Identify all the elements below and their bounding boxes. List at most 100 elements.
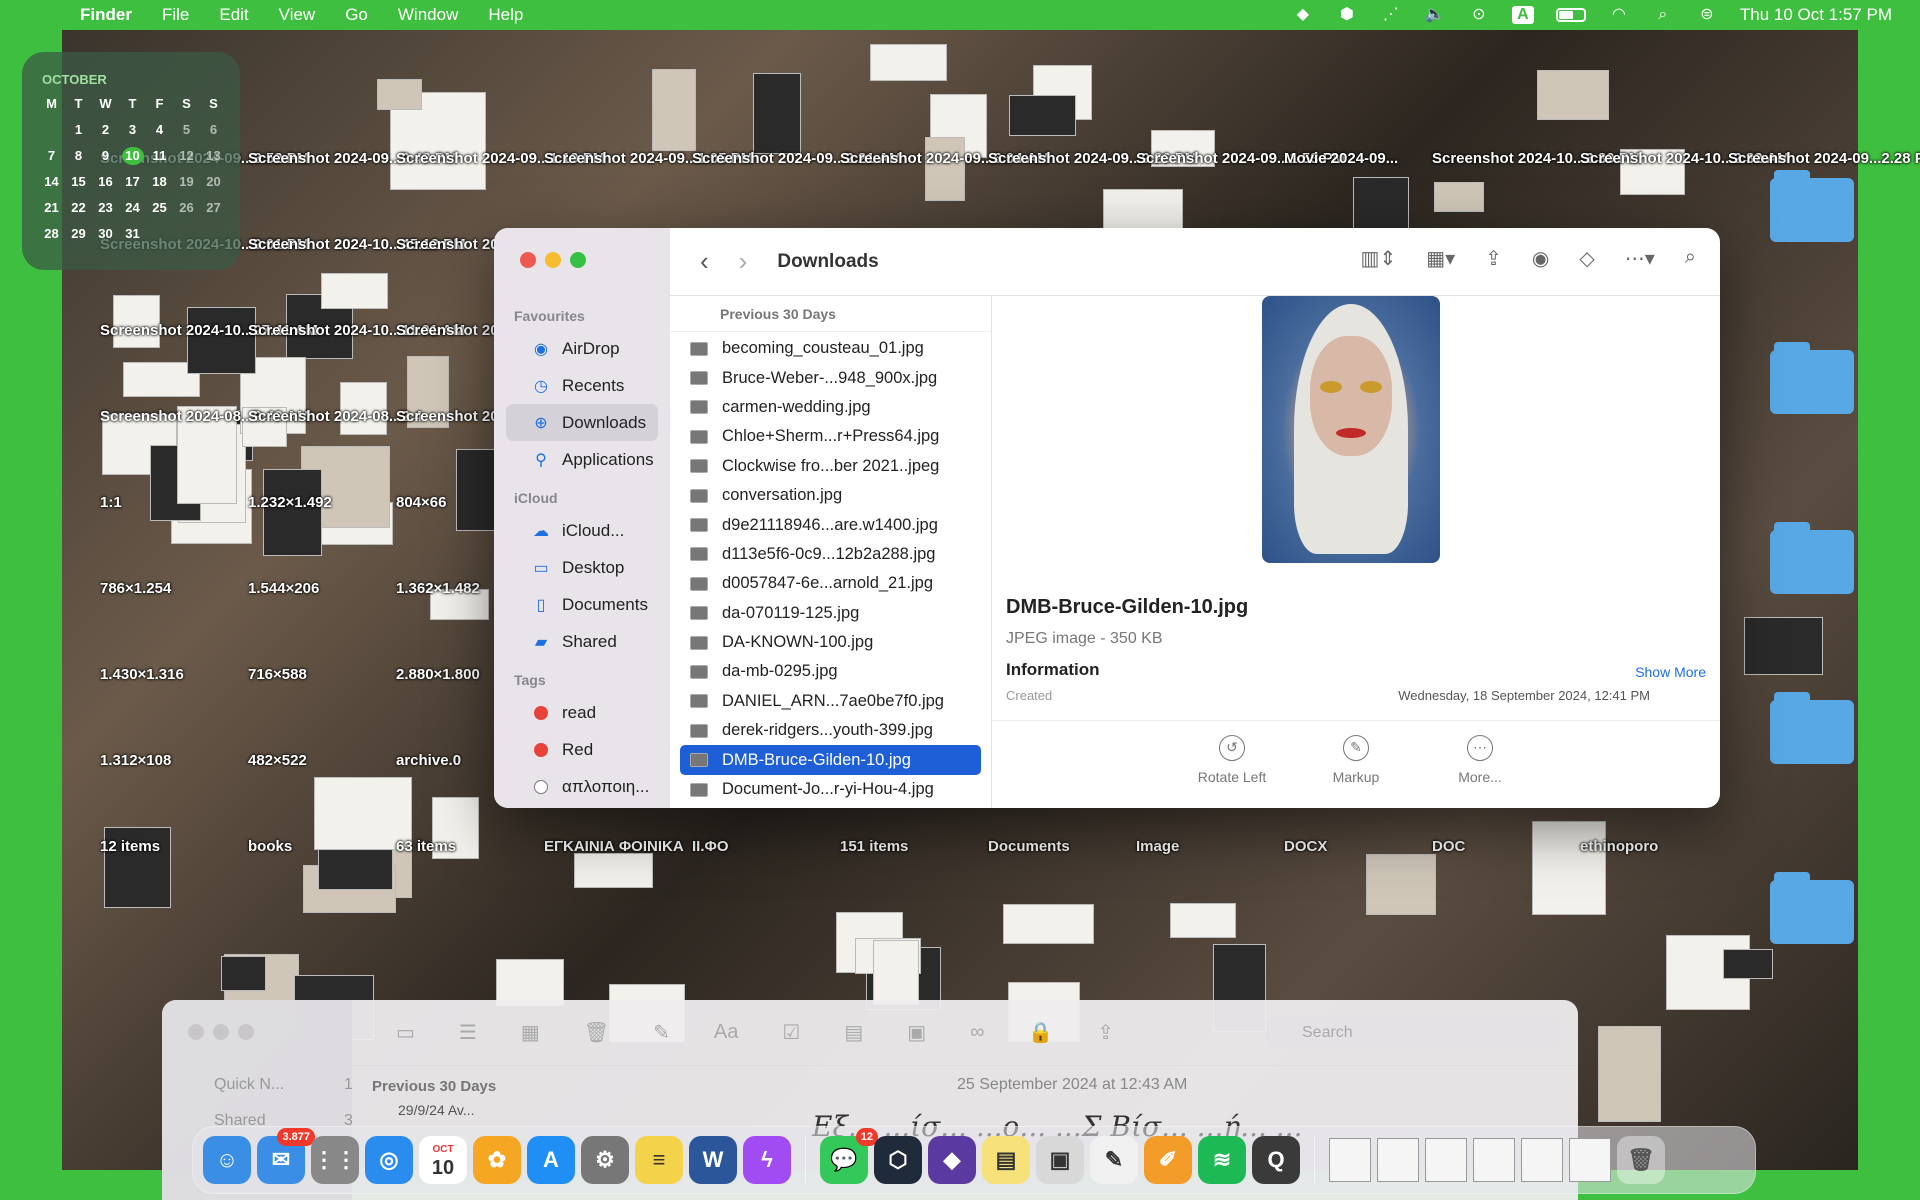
show-more-link[interactable]: Show More — [1635, 664, 1706, 680]
desktop-file-thumbnail[interactable] — [263, 469, 323, 557]
dock-preview-icon[interactable]: ▣ — [1036, 1136, 1084, 1184]
sidebar-toggle-icon[interactable]: ▭ — [396, 1020, 415, 1045]
desktop-file-label[interactable]: 1.544×206 — [248, 580, 319, 597]
calendar-day[interactable]: 15 — [65, 173, 92, 191]
dock-mail-icon[interactable]: ✉ 3.877 — [257, 1128, 315, 1184]
sidebar-item-desktop[interactable]: ▭ Desktop — [506, 549, 658, 586]
menu-file[interactable]: File — [162, 5, 189, 25]
desktop-file-label[interactable]: Image — [1136, 838, 1179, 855]
file-row[interactable]: DANIEL_ARN...7ae0be7f0.jpg — [680, 687, 981, 716]
file-row[interactable]: d0057847-6e...arnold_21.jpg — [680, 569, 981, 598]
desktop-file-thumbnail[interactable] — [1169, 902, 1237, 938]
calendar-day[interactable]: 25 — [146, 199, 173, 217]
desktop-file-label[interactable]: 1.430×1.316 — [100, 666, 184, 683]
desktop-file-label[interactable]: ethinoporo — [1580, 838, 1658, 855]
dock-recent-document[interactable] — [1425, 1138, 1467, 1182]
folder-icon[interactable] — [1770, 170, 1854, 242]
calendar-day[interactable]: 16 — [92, 173, 119, 191]
calendar-widget[interactable]: OCTOBER M T W T F S S 1 2 3 4 5 6 7 8 9 10 11 12 13 14 15 16 17… — [22, 52, 240, 270]
calendar-day[interactable]: 10 — [121, 147, 144, 165]
sidebar-item-applications[interactable]: ⚲ Applications — [506, 441, 658, 478]
desktop-file-thumbnail[interactable] — [1433, 182, 1484, 213]
back-button[interactable]: ‹ — [700, 246, 709, 277]
volume-icon[interactable]: 🔈 — [1424, 6, 1446, 24]
file-row[interactable]: Chloe+Sherm...r+Press64.jpg — [680, 422, 981, 451]
sidebar-item-recents[interactable]: ◷ Recents — [506, 367, 658, 404]
checklist-icon[interactable]: ☑ — [782, 1020, 800, 1045]
status-diamond-icon[interactable]: ◆ — [1292, 6, 1314, 24]
desktop-file-label[interactable]: 12 items — [100, 838, 160, 855]
desktop-file-label[interactable]: 804×66 — [396, 494, 446, 511]
now-playing-icon[interactable]: ⊙ — [1468, 6, 1490, 24]
dock-recent-document[interactable] — [1329, 1138, 1371, 1182]
input-source-icon[interactable]: A — [1511, 6, 1534, 24]
desktop-file-thumbnail[interactable] — [872, 940, 920, 1006]
dock-settings-icon[interactable]: ⚙ — [581, 1136, 629, 1184]
preview-image[interactable] — [1262, 296, 1440, 563]
desktop-file-thumbnail[interactable] — [652, 68, 696, 151]
desktop-file-thumbnail[interactable] — [376, 78, 422, 111]
desktop-file-thumbnail[interactable] — [1008, 94, 1077, 136]
desktop-file-thumbnail[interactable] — [1532, 821, 1607, 916]
dock-finder-icon[interactable]: ☺ — [203, 1136, 251, 1184]
desktop-file-thumbnail[interactable] — [1743, 617, 1823, 675]
dock-notes-icon[interactable]: ▤ — [982, 1136, 1030, 1184]
menu-go[interactable]: Go — [345, 5, 368, 25]
sidebar-item-shared[interactable]: ▰ Shared — [506, 623, 658, 660]
preview-action-rotateleft[interactable]: ↺ Rotate Left — [1192, 735, 1272, 808]
menu-app-name[interactable]: Finder — [80, 5, 132, 25]
dock-word-icon[interactable]: W — [689, 1136, 737, 1184]
sidebar-tag[interactable]: Red — [506, 731, 658, 768]
calendar-day[interactable] — [200, 225, 227, 243]
desktop-file-label[interactable]: 716×588 — [248, 666, 307, 683]
notes-search-input[interactable]: Search — [1266, 1016, 1562, 1049]
notes-minimize-button[interactable] — [213, 1024, 229, 1040]
desktop-file-thumbnail[interactable] — [186, 307, 257, 375]
desktop-file-thumbnail[interactable] — [753, 73, 801, 155]
lock-icon[interactable]: 🔒 — [1028, 1020, 1053, 1045]
desktop-file-thumbnail[interactable] — [1003, 903, 1094, 945]
action-menu-icon[interactable]: ⋯▾ — [1625, 246, 1655, 271]
close-button[interactable] — [520, 252, 536, 268]
sidebar-tag[interactable]: read — [506, 694, 658, 731]
forward-button[interactable]: › — [739, 246, 748, 277]
file-row[interactable]: d113e5f6-0c9...12b2a288.jpg — [680, 540, 981, 569]
calendar-day[interactable]: 31 — [119, 225, 146, 243]
calendar-day[interactable]: 29 — [65, 225, 92, 243]
view-mode-icon[interactable]: ▥⇕ — [1361, 246, 1397, 271]
dock-recent-document[interactable] — [1473, 1138, 1515, 1182]
media-icon[interactable]: ▣ — [907, 1020, 926, 1045]
status-hexagon-icon[interactable]: ⬢ — [1336, 6, 1358, 24]
dock-quicktime-icon[interactable]: Q — [1252, 1136, 1300, 1184]
folder-icon[interactable] — [1770, 692, 1854, 764]
calendar-day[interactable]: 27 — [200, 199, 227, 217]
menu-help[interactable]: Help — [488, 5, 523, 25]
calendar-day[interactable]: 18 — [146, 173, 173, 191]
group-icon[interactable]: ▦▾ — [1426, 246, 1455, 271]
trash-icon[interactable]: 🗑 — [1617, 1136, 1665, 1184]
calendar-day[interactable] — [38, 121, 65, 139]
desktop-file-thumbnail[interactable] — [1597, 1025, 1661, 1123]
desktop-file-label[interactable]: 1.362×1.482 — [396, 580, 480, 597]
sidebar-item-airdrop[interactable]: ◉ AirDrop — [506, 330, 658, 367]
tag-icon[interactable]: ◇ — [1579, 246, 1594, 271]
desktop-file-label[interactable]: 63 items — [396, 838, 456, 855]
preview-action-more[interactable]: ⋯ More... — [1440, 735, 1520, 808]
quick-look-icon[interactable]: ◉ — [1532, 246, 1549, 271]
desktop-file-label[interactable]: Movie 2024-09... — [1284, 150, 1398, 167]
file-row[interactable]: becoming_cousteau_01.jpg — [680, 334, 981, 363]
sidebar-item-downloads[interactable]: ⊕ Downloads — [506, 404, 658, 441]
desktop-file-thumbnail[interactable] — [321, 272, 389, 310]
calendar-day[interactable]: 14 — [38, 173, 65, 191]
dock-hexagon-app-icon[interactable]: ⬡ — [874, 1136, 922, 1184]
desktop-file-label[interactable]: Documents — [988, 838, 1070, 855]
calendar-day[interactable]: 28 — [38, 225, 65, 243]
delete-note-icon[interactable]: 🗑 — [584, 1020, 609, 1045]
calendar-day[interactable] — [146, 225, 173, 243]
spotlight-search-icon[interactable]: ⌕ — [1652, 6, 1674, 24]
desktop-file-label[interactable]: 482×522 — [248, 752, 307, 769]
file-row[interactable]: conversation.jpg — [680, 481, 981, 510]
share-icon[interactable]: ⇪ — [1485, 246, 1502, 271]
desktop-file-label[interactable]: archive.0 — [396, 752, 461, 769]
desktop-file-label[interactable]: 151 items — [840, 838, 908, 855]
